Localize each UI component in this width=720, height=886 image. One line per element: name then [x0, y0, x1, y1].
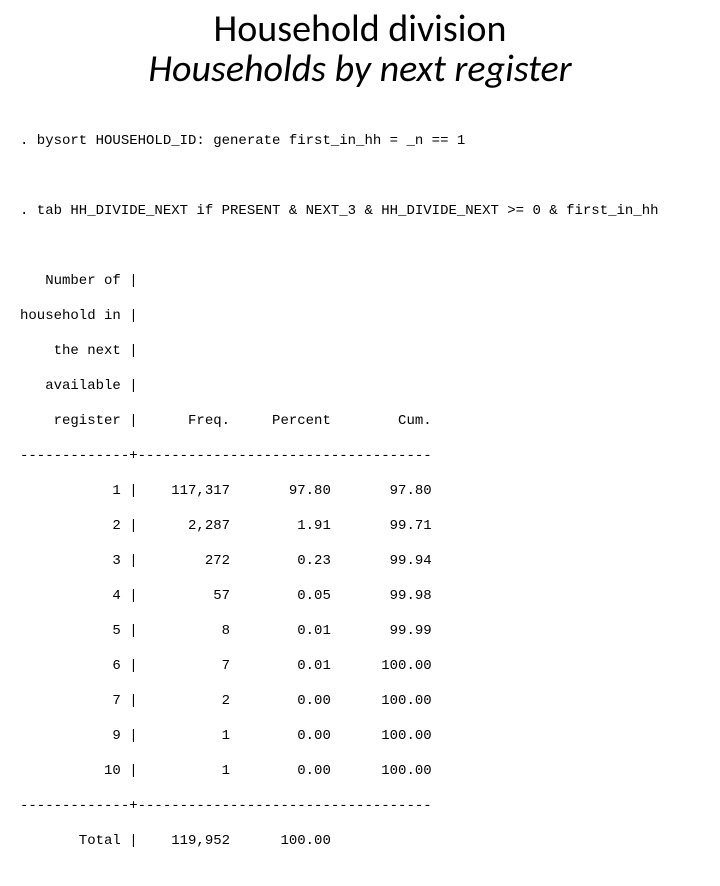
- title-line-2: Households by next register: [20, 50, 700, 90]
- slide-title: Household division Households by next re…: [20, 10, 700, 90]
- table-row: 9 | 1 0.00 100.00: [20, 728, 700, 746]
- command-1: . bysort HOUSEHOLD_ID: generate first_in…: [20, 133, 700, 151]
- table-header-3: the next |: [20, 343, 700, 361]
- table-row: 6 | 7 0.01 100.00: [20, 658, 700, 676]
- stata-output: . bysort HOUSEHOLD_ID: generate first_in…: [20, 116, 700, 886]
- table-row: 10 | 1 0.00 100.00: [20, 763, 700, 781]
- table-separator: -------------+--------------------------…: [20, 448, 700, 466]
- table-row: 5 | 8 0.01 99.99: [20, 623, 700, 641]
- table-header-4: available |: [20, 378, 700, 396]
- slide: Household division Households by next re…: [0, 0, 720, 540]
- table-header-2: household in |: [20, 308, 700, 326]
- title-line-1: Household division: [20, 10, 700, 50]
- table-separator: -------------+--------------------------…: [20, 798, 700, 816]
- table-total: Total | 119,952 100.00: [20, 833, 700, 851]
- command-2: . tab HH_DIVIDE_NEXT if PRESENT & NEXT_3…: [20, 203, 700, 221]
- table-row: 3 | 272 0.23 99.94: [20, 553, 700, 571]
- blank-line: [20, 168, 700, 186]
- blank-line: [20, 238, 700, 256]
- table-row: 7 | 2 0.00 100.00: [20, 693, 700, 711]
- table-row: 4 | 57 0.05 99.98: [20, 588, 700, 606]
- table-row: 1 | 117,317 97.80 97.80: [20, 483, 700, 501]
- table-row: 2 | 2,287 1.91 99.71: [20, 518, 700, 536]
- table-header-5: register | Freq. Percent Cum.: [20, 413, 700, 431]
- table-header-1: Number of |: [20, 273, 700, 291]
